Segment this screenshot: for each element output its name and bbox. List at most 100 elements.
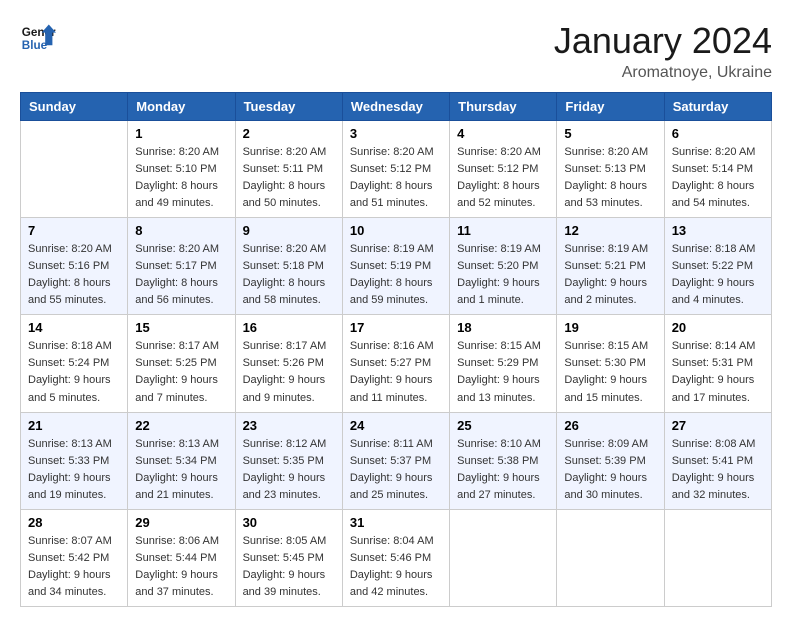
daylight-label: Daylight: 9 hours and 13 minutes. [457,374,540,403]
day-info: Sunrise: 8:20 AMSunset: 5:12 PMDaylight:… [457,144,549,212]
sunrise-label: Sunrise: 8:20 AM [28,243,112,255]
sunrise-label: Sunrise: 8:19 AM [350,243,434,255]
day-info: Sunrise: 8:09 AMSunset: 5:39 PMDaylight:… [564,436,656,504]
sunset-label: Sunset: 5:13 PM [564,163,645,175]
logo-icon: General Blue [20,20,56,56]
calendar-cell: 20Sunrise: 8:14 AMSunset: 5:31 PMDayligh… [664,315,771,412]
daylight-label: Daylight: 9 hours and 15 minutes. [564,374,647,403]
day-info: Sunrise: 8:13 AMSunset: 5:34 PMDaylight:… [135,436,227,504]
calendar-cell: 31 Sunrise: 8:04 AMSunset: 5:46 PMDayligh… [342,509,449,606]
sunrise-label: Sunrise: 8:04 AM [350,535,434,547]
sunrise-label: Sunrise: 8:10 AM [457,438,541,450]
calendar-cell: 2Sunrise: 8:20 AMSunset: 5:11 PMDaylight… [235,121,342,218]
sunrise-label: Sunrise: 8:13 AM [135,438,219,450]
calendar-cell: 1Sunrise: 8:20 AMSunset: 5:10 PMDaylight… [128,121,235,218]
sunset-label: Sunset: 5:31 PM [672,357,753,369]
day-number: 10 [350,223,442,238]
sunset-label: Sunset: 5:45 PM [243,552,324,564]
day-number: 15 [135,320,227,335]
calendar-week-4: 21Sunrise: 8:13 AMSunset: 5:33 PMDayligh… [21,412,772,509]
daylight-label: Daylight: 9 hours and 32 minutes. [672,472,755,501]
weekday-header-thursday: Thursday [450,93,557,121]
sunset-label: Sunset: 5:14 PM [672,163,753,175]
sunrise-label: Sunrise: 8:20 AM [243,146,327,158]
day-number: 18 [457,320,549,335]
sunset-label: Sunset: 5:22 PM [672,260,753,272]
calendar-cell: 13Sunrise: 8:18 AMSunset: 5:22 PMDayligh… [664,218,771,315]
sunrise-label: Sunrise: 8:20 AM [564,146,648,158]
svg-text:Blue: Blue [22,39,48,52]
daylight-label: Daylight: 9 hours and 19 minutes. [28,472,111,501]
day-number: 20 [672,320,764,335]
day-info: Sunrise: 8:15 AMSunset: 5:29 PMDaylight:… [457,338,549,406]
daylight-label: Daylight: 9 hours and 1 minute. [457,277,540,306]
logo: General Blue General Blue [20,20,56,56]
sunset-label: Sunset: 5:18 PM [243,260,324,272]
sunset-label: Sunset: 5:27 PM [350,357,431,369]
sunset-label: Sunset: 5:19 PM [350,260,431,272]
daylight-label: Daylight: 9 hours and 23 minutes. [243,472,326,501]
daylight-label: Daylight: 8 hours and 58 minutes. [243,277,326,306]
day-number: 14 [28,320,120,335]
sunset-label: Sunset: 5:38 PM [457,455,538,467]
calendar-cell: 25 Sunrise: 8:10 AM Sunset: 5:38 PM Dayligh… [450,412,557,509]
calendar-cell: 29Sunrise: 8:06 AMSunset: 5:44 PMDayligh… [128,509,235,606]
sunset-label: Sunset: 5:25 PM [135,357,216,369]
daylight-label: Daylight: 8 hours and 59 minutes. [350,277,433,306]
month-title: January 2024 [554,20,772,62]
day-info: Sunrise: 8:19 AM Sunset: 5:19 PM Daylight:… [350,241,442,309]
daylight-label: Daylight: 9 hours and 37 minutes. [135,569,218,598]
sunset-label: Sunset: 5:17 PM [135,260,216,272]
sunrise-label: Sunrise: 8:14 AM [672,340,756,352]
sunrise-label: Sunrise: 8:12 AM [243,438,327,450]
day-number: 24 [350,418,442,433]
sunrise-label: Sunrise: 8:15 AM [457,340,541,352]
calendar-cell: 24 Sunrise: 8:11 AMSunset: 5:37 PMDayligh… [342,412,449,509]
calendar-week-2: 7Sunrise: 8:20 AMSunset: 5:16 PMDaylight… [21,218,772,315]
calendar-cell: 19Sunrise: 8:15 AMSunset: 5:30 PMDayligh… [557,315,664,412]
day-info: Sunrise: 8:16 AMSunset: 5:27 PMDaylight:… [350,338,442,406]
day-number: 25 [457,418,549,433]
day-info: Sunrise: 8:17 AMSunset: 5:26 PMDaylight:… [243,338,335,406]
sunrise-label: Sunrise: 8:15 AM [564,340,648,352]
day-number: 30 [243,515,335,530]
day-info: Sunrise: 8:17 AMSunset: 5:25 PMDaylight:… [135,338,227,406]
page-header: General Blue General Blue January 2024 A… [20,20,772,82]
sunrise-label: Sunrise: 8:20 AM [457,146,541,158]
calendar-cell: 16Sunrise: 8:17 AMSunset: 5:26 PMDayligh… [235,315,342,412]
sunrise-label: Sunrise: 8:17 AM [135,340,219,352]
day-number: 6 [672,126,764,141]
day-info: Sunrise: 8:20 AMSunset: 5:14 PMDaylight:… [672,144,764,212]
daylight-label: Daylight: 8 hours and 49 minutes. [135,180,218,209]
calendar-cell [450,509,557,606]
day-number: 29 [135,515,227,530]
calendar-week-3: 14Sunrise: 8:18 AMSunset: 5:24 PMDayligh… [21,315,772,412]
daylight-label: Daylight: 8 hours and 54 minutes. [672,180,755,209]
calendar-body: 1Sunrise: 8:20 AMSunset: 5:10 PMDaylight… [21,121,772,607]
daylight-label: Daylight: 8 hours and 50 minutes. [243,180,326,209]
sunrise-label: Sunrise: 8:05 AM [243,535,327,547]
day-number: 11 [457,223,549,238]
day-info: Sunrise: 8:20 AMSunset: 5:16 PMDaylight:… [28,241,120,309]
daylight-label: Daylight: 9 hours and 21 minutes. [135,472,218,501]
day-number: 13 [672,223,764,238]
day-number: 31 [350,515,442,530]
calendar-cell: 11Sunrise: 8:19 AMSunset: 5:20 PMDayligh… [450,218,557,315]
day-info: Sunrise: 8:11 AMSunset: 5:37 PMDaylight:… [350,436,442,504]
daylight-label: Daylight: 9 hours and 27 minutes. [457,472,540,501]
day-info: Sunrise: 8:08 AMSunset: 5:41 PMDaylight:… [672,436,764,504]
sunset-label: Sunset: 5:12 PM [350,163,431,175]
calendar-cell: 17Sunrise: 8:16 AMSunset: 5:27 PMDayligh… [342,315,449,412]
day-number: 8 [135,223,227,238]
day-number: 19 [564,320,656,335]
day-number: 23 [243,418,335,433]
sunrise-label: Sunrise: 8:20 AM [243,243,327,255]
day-number: 2 [243,126,335,141]
sunset-label: Sunset: 5:44 PM [135,552,216,564]
day-info: Sunrise: 8:04 AMSunset: 5:46 PMDaylight:… [350,533,442,601]
daylight-label: Daylight: 9 hours and 9 minutes. [243,374,326,403]
day-number: 9 [243,223,335,238]
calendar-cell: 26Sunrise: 8:09 AMSunset: 5:39 PMDayligh… [557,412,664,509]
daylight-label: Daylight: 9 hours and 30 minutes. [564,472,647,501]
sunrise-label: Sunrise: 8:20 AM [350,146,434,158]
